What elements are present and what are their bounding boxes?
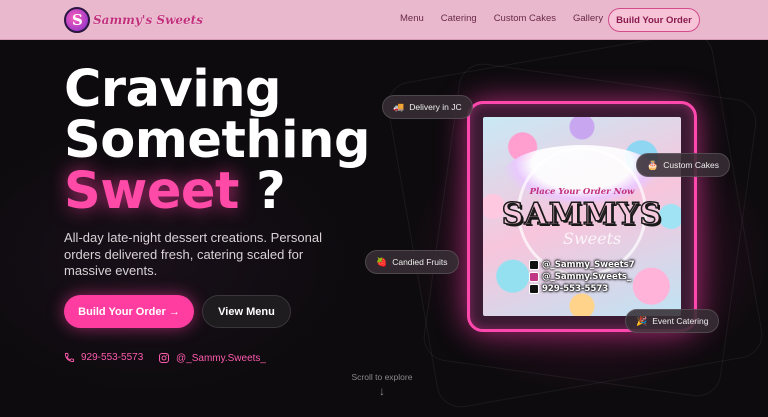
hero-headline: Craving Something Sweet ?	[64, 64, 384, 217]
view-menu-button[interactable]: View Menu	[202, 295, 291, 328]
badge-custom-cakes: 🎂 Custom Cakes	[636, 153, 730, 177]
poster-handles: @_Sammy_Sweets7 @_Sammy.Sweets_ 929-553-…	[529, 260, 635, 296]
nav-build-order-button[interactable]: Build Your Order	[608, 8, 700, 32]
instagram-link[interactable]: @_Sammy.Sweets_	[158, 352, 266, 364]
badge-candied-fruits-label: Candied Fruits	[392, 257, 448, 267]
badge-delivery: 🚚 Delivery in JC	[382, 95, 473, 119]
instagram-icon	[159, 353, 169, 363]
phone-icon	[64, 352, 75, 363]
poster-phone-row: 929-553-5573	[529, 284, 635, 294]
headline-accent: Sweet	[64, 162, 239, 221]
phone-number: 929-553-5573	[81, 352, 144, 363]
badge-delivery-label: Delivery in JC	[409, 102, 462, 112]
hero-tagline: All-day late-night dessert creations. Pe…	[64, 230, 322, 278]
poster-instagram-row: @_Sammy.Sweets_	[529, 272, 635, 282]
badge-custom-cakes-label: Custom Cakes	[663, 160, 719, 170]
top-nav: Sammy's Sweets Menu Catering Custom Cake…	[0, 0, 768, 40]
poster-image: Place Your Order Now SAMMYS Sweets @_Sam…	[483, 117, 681, 316]
poster-script: Sweets	[563, 229, 622, 248]
poster-tiktok: @_Sammy_Sweets7	[542, 260, 635, 270]
arrow-down-icon: ↓	[379, 384, 385, 398]
instagram-handle: @_Sammy.Sweets_	[176, 352, 266, 364]
poster-phone: 929-553-5573	[542, 284, 609, 294]
scroll-hint-text: Scroll to explore	[351, 372, 413, 382]
logo[interactable]: Sammy's Sweets	[64, 7, 203, 33]
poster-frame: Place Your Order Now SAMMYS Sweets @_Sam…	[467, 101, 697, 332]
strawberry-icon: 🍓	[376, 256, 388, 267]
party-icon: 🎉	[636, 315, 648, 326]
scroll-hint[interactable]: Scroll to explore ↓	[332, 372, 432, 398]
nav-link-catering[interactable]: Catering	[441, 13, 477, 24]
phone-link[interactable]: 929-553-5573	[64, 352, 143, 363]
nav-link-menu[interactable]: Menu	[400, 13, 424, 24]
nav-link-gallery[interactable]: Gallery	[573, 13, 603, 24]
poster-instagram: @_Sammy.Sweets_	[542, 272, 632, 282]
badge-event-catering: 🎉 Event Catering	[625, 309, 720, 333]
cake-icon: 🎂	[647, 159, 659, 170]
logo-text: Sammy's Sweets	[93, 13, 203, 27]
tiktok-icon	[529, 260, 539, 270]
poster-tiktok-row: @_Sammy_Sweets7	[529, 260, 635, 270]
headline-question-mark: ?	[256, 162, 286, 221]
truck-icon: 🚚	[393, 101, 405, 112]
build-order-button[interactable]: Build Your Order →	[64, 295, 194, 328]
nav-links: Menu Catering Custom Cakes Gallery	[400, 13, 603, 24]
logo-icon	[64, 7, 90, 33]
poster-brand: SAMMYS	[501, 196, 663, 233]
badge-candied-fruits: 🍓 Candied Fruits	[365, 250, 459, 274]
phone-icon	[529, 284, 539, 294]
nav-link-custom-cakes[interactable]: Custom Cakes	[494, 13, 556, 24]
badge-event-catering-label: Event Catering	[652, 316, 709, 326]
poster-place-order: Place Your Order Now	[529, 187, 635, 197]
instagram-icon	[529, 272, 539, 282]
